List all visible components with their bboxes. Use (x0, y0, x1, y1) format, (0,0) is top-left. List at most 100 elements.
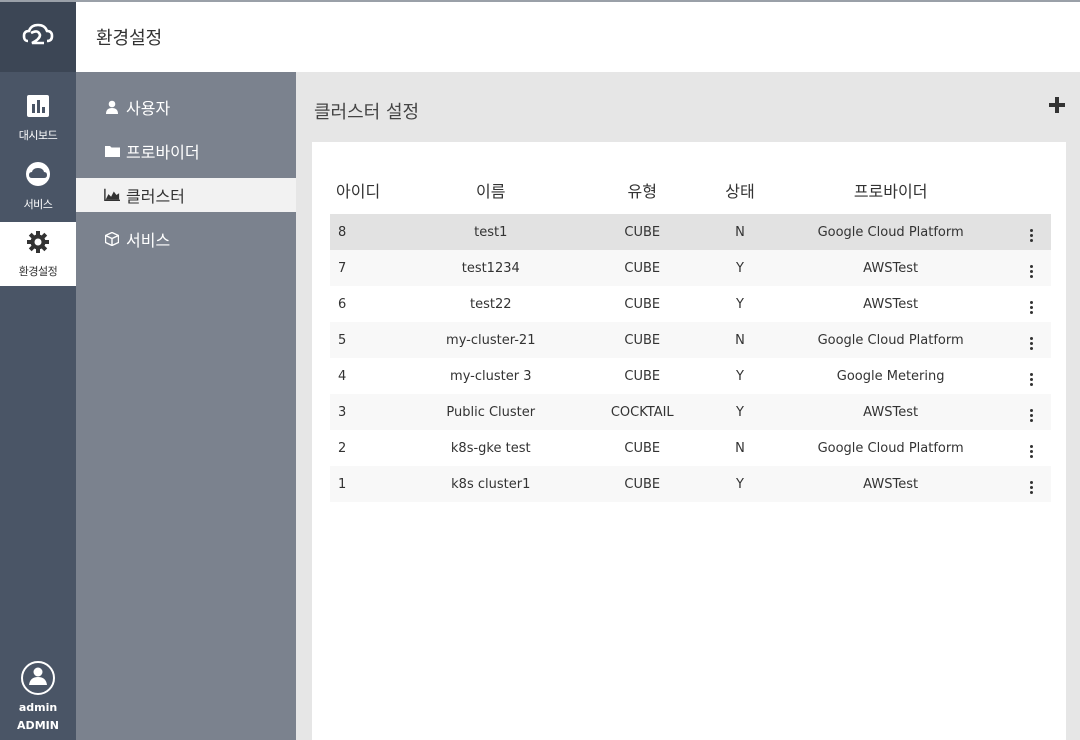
main-nav-rail: 대시보드 서비스 환경설정 admin ADMIN (0, 0, 76, 740)
cell-actions (1012, 286, 1051, 322)
cell-provider: Google Cloud Platform (817, 332, 964, 348)
more-vertical-icon[interactable] (1027, 373, 1037, 387)
cell-type: CUBE (624, 476, 661, 492)
cell-actions (1012, 430, 1051, 466)
cell-state: Y (736, 260, 744, 276)
rail-item-label: 환경설정 (18, 264, 58, 278)
cell-actions (1012, 250, 1051, 286)
table-row[interactable]: 6 test22 CUBE Y AWSTest (330, 286, 1051, 322)
logo-icon (22, 21, 54, 53)
plus-icon (1048, 97, 1066, 118)
table-row[interactable]: 7 test1234 CUBE Y AWSTest (330, 250, 1051, 286)
cell-id: 1 (338, 476, 347, 492)
cell-state: N (735, 332, 745, 348)
cell-actions (1012, 466, 1051, 502)
user-icon (104, 99, 120, 115)
rail-item-service[interactable]: 서비스 (0, 154, 76, 218)
column-header-type[interactable]: 유형 (574, 166, 711, 214)
more-vertical-icon[interactable] (1027, 337, 1037, 351)
submenu-item-label: 클러스터 (126, 187, 185, 206)
user-avatar-icon (28, 666, 48, 690)
submenu-item-clusters[interactable]: 클러스터 (76, 178, 296, 212)
gear-icon (26, 230, 50, 258)
cell-type: CUBE (624, 368, 661, 384)
user-profile[interactable]: admin ADMIN (0, 661, 76, 732)
cell-provider: AWSTest (863, 404, 919, 420)
cell-provider: AWSTest (863, 296, 919, 312)
section-title: 클러스터 설정 (314, 102, 420, 123)
cell-id: 5 (338, 332, 347, 348)
submenu-item-users[interactable]: 사용자 (76, 90, 296, 124)
submenu-item-label: 사용자 (126, 99, 171, 118)
table-row[interactable]: 4 my-cluster 3 CUBE Y Google Metering (330, 358, 1051, 394)
cell-type: CUBE (624, 332, 661, 348)
avatar[interactable] (21, 661, 55, 695)
cell-actions (1012, 322, 1051, 358)
bar-chart-icon (26, 94, 50, 122)
cell-state: Y (736, 296, 744, 312)
submenu-item-label: 서비스 (126, 231, 171, 250)
column-header-actions (1012, 166, 1051, 214)
cell-id: 2 (338, 440, 347, 456)
column-header-id[interactable]: 아이디 (330, 166, 408, 214)
cell-name: test1234 (461, 260, 520, 276)
cell-state: N (735, 224, 745, 240)
folder-icon (104, 143, 120, 159)
rail-item-dashboard[interactable]: 대시보드 (0, 86, 76, 150)
main-content: 클러스터 설정 아이디 이름 유형 상태 프로바이더 8 test1 CUBE … (296, 72, 1080, 740)
rail-item-settings[interactable]: 환경설정 (0, 222, 76, 286)
cell-id: 3 (338, 404, 347, 420)
cluster-table-card: 아이디 이름 유형 상태 프로바이더 8 test1 CUBE N Google… (312, 142, 1066, 740)
table-row[interactable]: 1 k8s cluster1 CUBE Y AWSTest (330, 466, 1051, 502)
cell-state: Y (736, 368, 744, 384)
column-header-provider[interactable]: 프로바이더 (769, 166, 1012, 214)
app-logo[interactable] (0, 0, 76, 72)
cell-type: COCKTAIL (610, 404, 674, 420)
cell-type: CUBE (624, 440, 661, 456)
submenu-item-services[interactable]: 서비스 (76, 222, 296, 256)
cell-id: 6 (338, 296, 347, 312)
table-header-row: 아이디 이름 유형 상태 프로바이더 (330, 166, 1051, 214)
cell-type: CUBE (624, 224, 661, 240)
more-vertical-icon[interactable] (1027, 229, 1037, 243)
area-chart-icon (104, 187, 120, 203)
cell-state: Y (736, 404, 744, 420)
cell-name: my-cluster 3 (450, 368, 532, 384)
more-vertical-icon[interactable] (1027, 445, 1037, 459)
cell-id: 4 (338, 368, 347, 384)
add-cluster-button[interactable] (1048, 96, 1068, 116)
submenu-item-providers[interactable]: 프로바이더 (76, 134, 296, 168)
more-vertical-icon[interactable] (1027, 481, 1037, 495)
top-bar: 환경설정 (76, 0, 1080, 72)
cell-id: 8 (338, 224, 347, 240)
cube-icon (104, 231, 120, 247)
column-header-state[interactable]: 상태 (711, 166, 769, 214)
user-role: ADMIN (17, 719, 59, 732)
cell-name: Public Cluster (446, 404, 536, 420)
settings-submenu: 사용자 프로바이더 클러스터 서비스 (76, 72, 296, 740)
table-row[interactable]: 2 k8s-gke test CUBE N Google Cloud Platf… (330, 430, 1051, 466)
more-vertical-icon[interactable] (1027, 409, 1037, 423)
cell-type: CUBE (624, 260, 661, 276)
column-header-name[interactable]: 이름 (408, 166, 574, 214)
rail-item-label: 서비스 (23, 197, 53, 211)
cell-provider: Google Metering (836, 368, 945, 384)
table-row[interactable]: 8 test1 CUBE N Google Cloud Platform (330, 214, 1051, 250)
more-vertical-icon[interactable] (1027, 301, 1037, 315)
table-row[interactable]: 3 Public Cluster COCKTAIL Y AWSTest (330, 394, 1051, 430)
cell-actions (1012, 394, 1051, 430)
cell-name: my-cluster-21 (446, 332, 536, 348)
cell-state: N (735, 440, 745, 456)
submenu-item-label: 프로바이더 (126, 143, 200, 162)
cluster-table: 아이디 이름 유형 상태 프로바이더 8 test1 CUBE N Google… (330, 166, 1051, 502)
user-name: admin (18, 701, 58, 714)
cell-provider: AWSTest (863, 260, 919, 276)
cell-id: 7 (338, 260, 347, 276)
table-row[interactable]: 5 my-cluster-21 CUBE N Google Cloud Plat… (330, 322, 1051, 358)
cell-name: k8s-gke test (450, 440, 531, 456)
cell-provider: AWSTest (863, 476, 919, 492)
cell-name: test1 (474, 224, 508, 240)
page-title: 환경설정 (96, 28, 163, 49)
cell-state: Y (736, 476, 744, 492)
more-vertical-icon[interactable] (1027, 265, 1037, 279)
